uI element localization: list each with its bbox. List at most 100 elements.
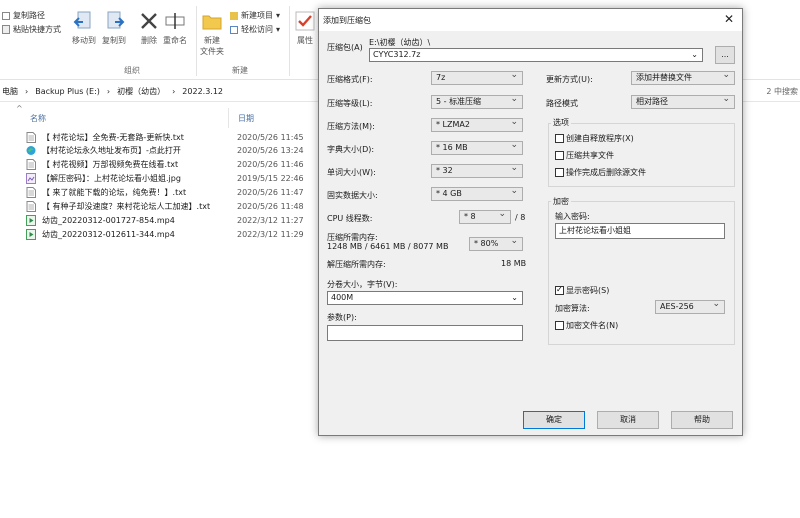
enc-method-select[interactable]: AES-256 xyxy=(655,298,725,314)
delete-x-icon xyxy=(141,13,157,29)
chevron-down-icon[interactable]: ⌄ xyxy=(691,49,698,61)
chevron-down-icon: ▾ xyxy=(276,25,281,34)
file-name: 【 村花视频】万部视频免费在线看.txt xyxy=(42,160,179,170)
new-folder-button[interactable]: 新建 文件夹 xyxy=(200,10,224,57)
group-organize-label: 组织 xyxy=(124,66,140,75)
params-label: 参数(P): xyxy=(327,313,357,322)
properties-button[interactable]: 属性 xyxy=(294,10,316,46)
search-box[interactable]: 2 中搜索 xyxy=(766,86,798,97)
breadcrumb-item[interactable]: 2022.3.12 xyxy=(182,87,223,96)
threads-max: / 8 xyxy=(515,213,526,222)
dict-label: 字典大小(D): xyxy=(327,145,375,154)
cancel-button[interactable]: 取消 xyxy=(597,411,659,429)
file-date: 2020/5/26 11:47 xyxy=(237,188,304,198)
file-name: 幼齿_20220312-012611-344.mp4 xyxy=(42,229,175,239)
mem-value: 1248 MB / 6461 MB / 8077 MB xyxy=(327,242,449,251)
file-row[interactable]: 【村花论坛永久地址发布页】-点此打开 2020/5/26 13:24 xyxy=(26,144,306,158)
add-to-archive-dialog: 添加到压缩包 ✕ 压缩包(A) E:\初樱（幼齿）\ CYYC312.7z ⌄ … xyxy=(318,8,743,436)
method-label: 压缩方法(M): xyxy=(327,122,375,131)
level-select[interactable]: 5 - 标准压缩 xyxy=(431,93,523,109)
file-row[interactable]: 【 来了就能下载的论坛，纯免费！】.txt 2020/5/26 11:47 xyxy=(26,186,306,200)
easy-access-button[interactable]: 轻松访问 ▾ xyxy=(230,24,280,35)
file-date: 2020/5/26 11:46 xyxy=(237,160,304,170)
chevron-right-icon: › xyxy=(172,87,176,96)
easy-access-icon xyxy=(230,25,238,34)
rename-icon xyxy=(165,13,185,29)
column-header-name[interactable]: 名称 xyxy=(30,110,46,126)
split-combobox[interactable]: 400M ⌄ xyxy=(327,291,523,305)
group-new-label: 新建 xyxy=(232,66,248,75)
method-select[interactable]: * LZMA2 xyxy=(431,116,523,132)
update-label: 更新方式(U): xyxy=(546,75,593,84)
ok-button[interactable]: 确定 xyxy=(523,411,585,429)
file-name: 【解压密码】：上村花论坛看小姐姐.jpg xyxy=(42,174,181,184)
threads-label: CPU 线程数: xyxy=(327,214,373,223)
video-file-icon xyxy=(26,228,36,240)
image-file-icon xyxy=(26,173,36,185)
file-date: 2022/3/12 11:29 xyxy=(237,229,304,239)
archive-name-combobox[interactable]: CYYC312.7z ⌄ xyxy=(369,48,703,62)
update-select[interactable]: 添加并替换文件 xyxy=(631,69,735,85)
new-item-button[interactable]: 新建项目 ▾ xyxy=(230,10,280,21)
copy-to-button[interactable]: 复制到 xyxy=(102,10,126,46)
copy-to-icon xyxy=(107,11,125,29)
chevron-down-icon[interactable]: ⌄ xyxy=(511,292,518,304)
copy-path-icon xyxy=(2,11,10,20)
move-to-button[interactable]: 移动到 xyxy=(72,10,96,46)
paste-shortcut-button[interactable]: 粘贴快捷方式 xyxy=(2,24,61,35)
encryption-title: 加密 xyxy=(551,196,571,207)
compress-shared-checkbox[interactable]: 压缩共享文件 xyxy=(555,150,614,161)
rename-button[interactable]: 重命名 xyxy=(163,10,187,46)
format-select[interactable]: 7z xyxy=(431,69,523,85)
params-input[interactable] xyxy=(327,325,523,341)
delete-after-checkbox[interactable]: 操作完成后删除源文件 xyxy=(555,167,646,178)
decomp-label: 解压缩所需内存: xyxy=(327,260,386,269)
file-row[interactable]: 【解压密码】：上村花论坛看小姐姐.jpg 2019/5/15 22:46 xyxy=(26,172,306,186)
password-input[interactable]: 上村花论坛看小姐姐 xyxy=(555,223,725,239)
pathmode-select[interactable]: 相对路径 xyxy=(631,93,735,109)
collapse-arrow-icon[interactable]: ^ xyxy=(16,104,23,113)
file-row[interactable]: 【 村花论坛】全免费-无套路-更新快.txt 2020/5/26 11:45 xyxy=(26,130,306,144)
pathmode-label: 路径模式 xyxy=(546,99,578,108)
file-row[interactable]: 【 有种子却没速度？来村花论坛人工加速】.txt 2020/5/26 11:48 xyxy=(26,200,306,214)
archive-label: 压缩包(A) xyxy=(327,43,363,52)
options-title: 选项 xyxy=(551,117,571,128)
browse-button[interactable]: ... xyxy=(715,46,735,64)
mem-percent-select[interactable]: * 80% xyxy=(469,235,523,251)
file-name: 【村花论坛永久地址发布页】-点此打开 xyxy=(42,146,181,156)
edge-link-icon xyxy=(26,146,36,156)
breadcrumb-item[interactable]: Backup Plus (E:) xyxy=(35,87,100,96)
decomp-value: 18 MB xyxy=(501,259,527,268)
breadcrumb-item[interactable]: 电脑 xyxy=(2,86,18,97)
dialog-title-bar[interactable]: 添加到压缩包 xyxy=(319,9,742,31)
create-sfx-checkbox[interactable]: 创建自释放程序(X) xyxy=(555,133,634,144)
file-date: 2020/5/26 11:48 xyxy=(237,202,304,211)
text-file-icon xyxy=(26,131,36,143)
file-name: 【 有种子却没速度？来村花论坛人工加速】.txt xyxy=(42,202,211,211)
file-row[interactable]: 【 村花视频】万部视频免费在线看.txt 2020/5/26 11:46 xyxy=(26,158,306,172)
file-date: 2019/5/15 22:46 xyxy=(237,174,304,184)
chevron-down-icon: ▾ xyxy=(276,11,281,20)
file-date: 2022/3/12 11:27 xyxy=(237,215,304,225)
file-row[interactable]: 幼齿_20220312-012611-344.mp4 2022/3/12 11:2… xyxy=(26,227,306,241)
encrypt-names-checkbox[interactable]: 加密文件名(N) xyxy=(555,320,618,331)
copy-path-button[interactable]: 复制路径 xyxy=(2,10,45,21)
threads-select[interactable]: * 8 xyxy=(459,208,511,224)
level-label: 压缩等级(L): xyxy=(327,99,373,108)
column-header-date[interactable]: 日期 xyxy=(238,110,254,126)
file-date: 2020/5/26 11:45 xyxy=(237,132,304,142)
word-select[interactable]: * 32 xyxy=(431,162,523,178)
breadcrumb-item[interactable]: 初樱（幼齿） xyxy=(117,86,165,97)
close-icon[interactable]: ✕ xyxy=(722,12,736,26)
help-button[interactable]: 帮助 xyxy=(671,411,733,429)
show-password-checkbox[interactable]: 显示密码(S) xyxy=(555,285,609,296)
text-file-icon xyxy=(26,187,36,199)
solid-select[interactable]: * 4 GB xyxy=(431,185,523,201)
move-to-icon xyxy=(73,11,91,29)
text-file-icon xyxy=(26,159,36,171)
delete-button[interactable]: 删除 xyxy=(138,10,160,46)
text-file-icon xyxy=(26,201,36,212)
file-row[interactable]: 幼齿_20220312-001727-854.mp4 2022/3/12 11:2… xyxy=(26,213,306,227)
file-name: 【 来了就能下载的论坛，纯免费！】.txt xyxy=(42,188,187,198)
dict-select[interactable]: * 16 MB xyxy=(431,139,523,155)
